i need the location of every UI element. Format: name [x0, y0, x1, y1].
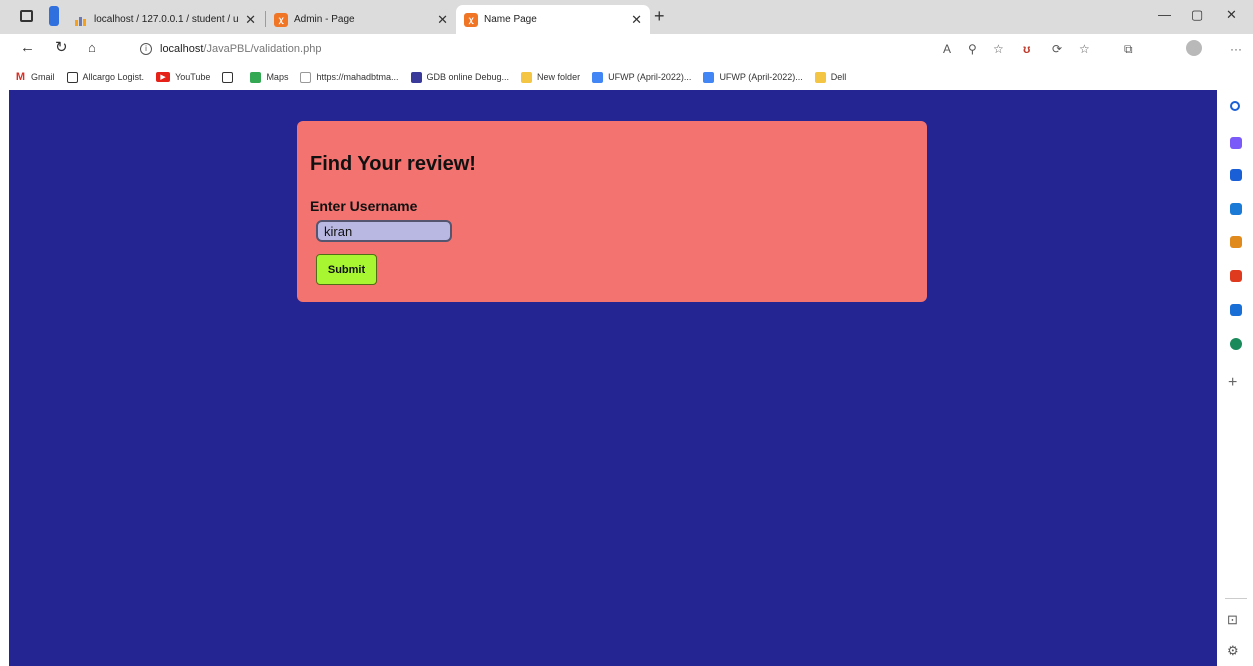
- settings-icon[interactable]: ⚙: [1227, 643, 1239, 659]
- tools-icon[interactable]: [1230, 203, 1242, 215]
- page-icon: [222, 71, 234, 83]
- refresh-button[interactable]: ↻: [55, 39, 68, 57]
- bookmark-ufwp-2[interactable]: UFWP (April-2022)...: [703, 71, 803, 83]
- office-icon[interactable]: [1230, 270, 1242, 282]
- bookmark-page[interactable]: [222, 71, 238, 83]
- tab-strip: localhost / 127.0.0.1 / student / u ✕ ꭓ …: [0, 0, 1253, 34]
- site-info-icon[interactable]: i: [140, 43, 152, 55]
- outlook-icon[interactable]: [1230, 304, 1242, 316]
- bookmark-label: Allcargo Logist.: [82, 72, 145, 82]
- tab-name-page[interactable]: ꭓ Name Page ✕: [456, 5, 650, 34]
- workspaces-icon[interactable]: [49, 6, 59, 26]
- bookmark-new-folder[interactable]: New folder: [521, 71, 581, 83]
- bookmark-gdb[interactable]: GDB online Debug...: [410, 71, 510, 83]
- bookmark-label: GDB online Debug...: [426, 72, 510, 82]
- xampp-icon: ꭓ: [274, 12, 288, 27]
- bookmark-allcargo[interactable]: Allcargo Logist.: [66, 71, 145, 83]
- address-path: /JavaPBL/validation.php: [203, 43, 322, 55]
- favorites-icon[interactable]: ☆: [1079, 42, 1090, 56]
- tab-actions-icon[interactable]: [20, 10, 33, 22]
- youtube-icon: ▶: [156, 72, 171, 82]
- extensions-icon[interactable]: ⟳: [1052, 42, 1062, 56]
- page-icon: [300, 71, 312, 83]
- bookmark-mahadbt[interactable]: https://mahadbtma...: [300, 71, 399, 83]
- favorite-add-icon[interactable]: ☆: [993, 42, 1004, 56]
- back-button[interactable]: ←: [20, 39, 35, 57]
- more-menu-icon[interactable]: ···: [1230, 42, 1242, 56]
- search-icon[interactable]: [1230, 101, 1240, 111]
- zoom-icon[interactable]: ⚲: [968, 42, 977, 56]
- close-icon[interactable]: ✕: [437, 12, 448, 28]
- bookmark-label: https://mahadbtma...: [316, 72, 399, 82]
- bookmark-youtube[interactable]: ▶ YouTube: [156, 72, 210, 82]
- bookmark-dell[interactable]: Dell: [814, 71, 847, 83]
- tree-icon[interactable]: [1230, 338, 1242, 350]
- page-title: Find Your review!: [310, 153, 476, 175]
- tab-phpmyadmin[interactable]: localhost / 127.0.0.1 / student / u ✕: [66, 5, 264, 34]
- bookmark-label: Maps: [266, 72, 289, 82]
- home-button[interactable]: ⌂: [88, 39, 96, 57]
- browser-toolbar: ← ↻ ⌂ i localhost /JavaPBL/validation.ph…: [0, 34, 1253, 64]
- tab-title: localhost / 127.0.0.1 / student / u: [94, 14, 239, 25]
- address-bar[interactable]: i localhost /JavaPBL/validation.php: [120, 38, 920, 60]
- collections-icon[interactable]: ⧉: [1124, 42, 1133, 56]
- close-icon[interactable]: ✕: [631, 12, 642, 28]
- tab-title: Name Page: [484, 14, 537, 25]
- address-host: localhost: [160, 43, 204, 55]
- maps-icon: [250, 71, 262, 83]
- phpmyadmin-icon: [74, 13, 88, 27]
- bookmarks-bar: M Gmail Allcargo Logist. ▶ YouTube Maps ht…: [0, 64, 1253, 90]
- games-icon[interactable]: [1230, 236, 1242, 248]
- restore-button[interactable]: ▢: [1191, 7, 1203, 23]
- copilot-icon[interactable]: [1230, 137, 1242, 149]
- bookmark-label: UFWP (April-2022)...: [719, 72, 803, 82]
- read-aloud-icon[interactable]: A: [943, 42, 951, 56]
- close-window-button[interactable]: ✕: [1226, 7, 1237, 23]
- tab-title: Admin - Page: [294, 14, 355, 25]
- bookmark-gmail[interactable]: M Gmail: [15, 71, 55, 83]
- close-icon[interactable]: ✕: [245, 12, 256, 28]
- xampp-icon: ꭓ: [464, 12, 478, 27]
- bookmark-label: Dell: [830, 72, 847, 82]
- bookmark-label: UFWP (April-2022)...: [608, 72, 692, 82]
- edge-sidebar: + ⊡ ⚙: [1217, 90, 1253, 666]
- minimize-button[interactable]: —: [1158, 7, 1171, 22]
- page-viewport: Find Your review! Enter Username Submit: [9, 90, 1217, 666]
- new-tab-button[interactable]: +: [654, 5, 665, 27]
- hide-sidebar-icon[interactable]: ⊡: [1227, 612, 1238, 628]
- gmail-icon: M: [15, 71, 26, 83]
- gdb-icon: [410, 71, 422, 83]
- profile-avatar[interactable]: [1186, 40, 1202, 56]
- submit-button[interactable]: Submit: [316, 254, 377, 285]
- bookmark-label: New folder: [537, 72, 581, 82]
- folder-icon: [814, 71, 826, 83]
- bookmark-label: YouTube: [175, 72, 211, 82]
- add-sidebar-app-icon[interactable]: +: [1228, 374, 1237, 392]
- sidebar-divider: [1225, 598, 1247, 599]
- docs-icon: [703, 71, 715, 83]
- shopping-icon[interactable]: [1230, 169, 1242, 181]
- username-label: Enter Username: [310, 198, 418, 214]
- page-icon: [66, 71, 78, 83]
- docs-icon: [592, 71, 604, 83]
- bookmark-ufwp-1[interactable]: UFWP (April-2022)...: [592, 71, 692, 83]
- bookmark-maps[interactable]: Maps: [250, 71, 289, 83]
- review-form-card: Find Your review! Enter Username Submit: [297, 121, 927, 302]
- bookmark-label: Gmail: [31, 72, 55, 82]
- username-input[interactable]: [316, 220, 452, 242]
- extension-icon[interactable]: ʊ: [1023, 42, 1030, 56]
- tab-admin-page[interactable]: ꭓ Admin - Page ✕: [266, 5, 456, 34]
- folder-icon: [521, 71, 533, 83]
